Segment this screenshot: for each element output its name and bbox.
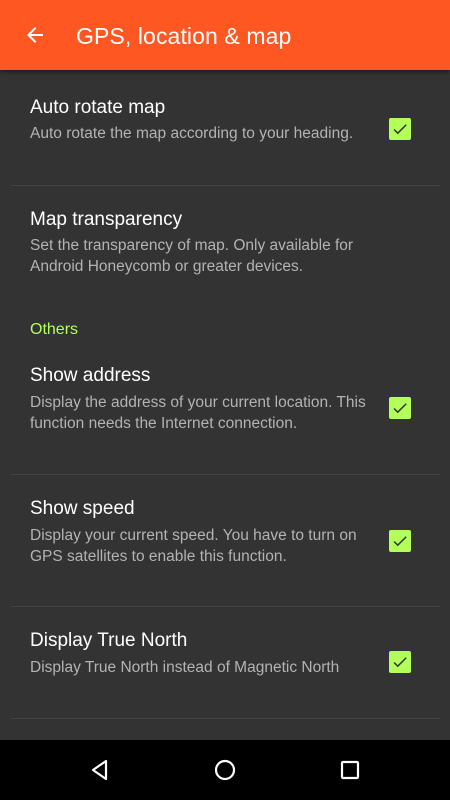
pref-title: Show address [30, 365, 151, 386]
preference-list: Auto rotate map Auto rotate the map acco… [0, 70, 450, 740]
pref-map-transparency[interactable]: Map transparency Set the transparency of… [0, 186, 450, 292]
system-navigation-bar [0, 740, 450, 800]
show-speed-checkbox[interactable] [389, 530, 411, 552]
circle-home-icon [214, 759, 236, 781]
pref-show-speed[interactable]: Show speed Display your current speed. Y… [0, 475, 450, 607]
checkmark-icon [393, 124, 407, 135]
nav-home-button[interactable] [205, 750, 245, 790]
pref-summary: Display the address of your current loca… [30, 394, 366, 432]
pref-title: Map transparency [30, 209, 183, 230]
nav-back-button[interactable] [80, 750, 120, 790]
triangle-back-icon [91, 759, 108, 781]
pref-title: Show speed [30, 498, 135, 519]
pref-summary: Set the transparency of map. Only availa… [30, 237, 354, 275]
pref-title: Display True North [30, 630, 188, 651]
checkmark-icon [393, 403, 407, 414]
settings-screen: GPS, location & map Auto rotate map Auto… [0, 0, 450, 740]
category-others: Others [30, 321, 79, 338]
pref-summary: Display your current speed. You have to … [30, 527, 357, 565]
back-button[interactable] [14, 14, 56, 56]
page-title: GPS, location & map [76, 23, 292, 49]
pref-title: Auto rotate map [30, 97, 166, 118]
arrow-left-icon [27, 27, 43, 43]
checkmark-icon [393, 657, 407, 668]
checkmark-icon [393, 536, 407, 547]
pref-auto-rotate-map[interactable]: Auto rotate map Auto rotate the map acco… [0, 70, 450, 186]
nav-recents-button[interactable] [330, 750, 370, 790]
pref-display-true-north[interactable]: Display True North Display True North in… [0, 607, 450, 719]
divider [11, 718, 440, 719]
auto-rotate-checkbox[interactable] [389, 118, 411, 140]
square-recents-icon [340, 760, 360, 780]
pref-summary: Auto rotate the map according to your he… [30, 125, 354, 142]
app-bar: GPS, location & map [0, 0, 450, 70]
show-address-checkbox[interactable] [389, 397, 411, 419]
pref-show-address[interactable]: Show address Display the address of your… [0, 350, 450, 474]
pref-summary: Display True North instead of Magnetic N… [30, 659, 340, 676]
true-north-checkbox[interactable] [389, 651, 411, 673]
